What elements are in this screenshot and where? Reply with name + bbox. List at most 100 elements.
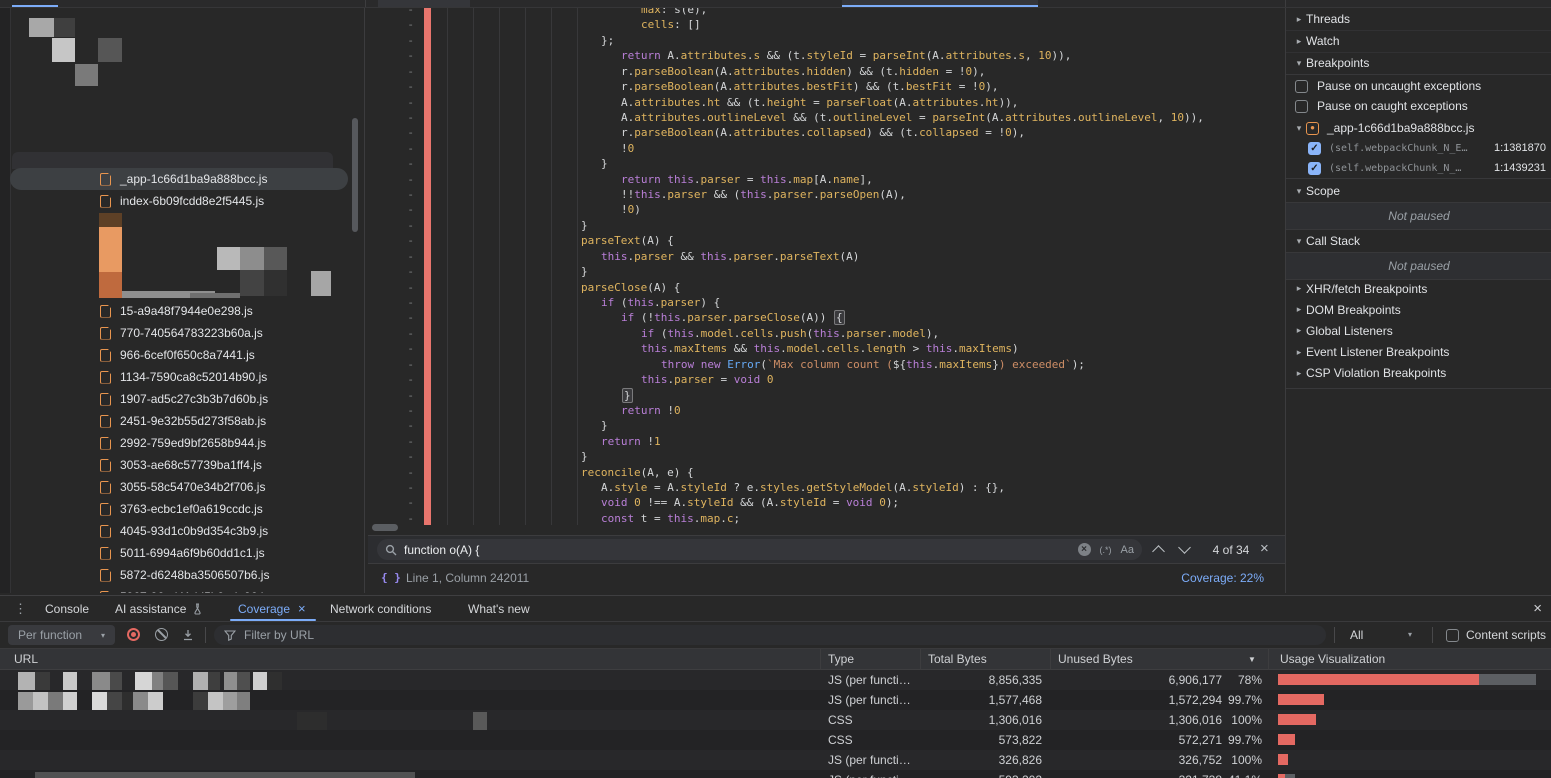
line-gutter[interactable]: - — [388, 48, 414, 63]
type-filter-dropdown[interactable]: All — [1350, 628, 1363, 642]
line-gutter[interactable]: - — [388, 79, 414, 94]
tab-ai-assistance[interactable]: AI assistance — [115, 596, 203, 621]
code-line[interactable]: -r.parseBoolean(A.attributes.hidden) && … — [368, 64, 1285, 80]
close-tab-icon[interactable]: × — [298, 601, 306, 616]
section-header-xhr-fetch-breakpoints[interactable]: ▸XHR/fetch Breakpoints — [1286, 278, 1551, 299]
tab-console[interactable]: Console — [45, 596, 89, 621]
code-line[interactable]: -} — [368, 418, 1285, 434]
breakpoint-file-row[interactable]: ▾● _app-1c66d1ba9a888bcc.js — [1286, 118, 1551, 138]
line-gutter[interactable]: - — [388, 341, 414, 356]
code-line[interactable]: -return !1 — [368, 434, 1285, 450]
section-header-global-listeners[interactable]: ▸Global Listeners — [1286, 320, 1551, 341]
file-row[interactable]: index-6b09fcdd8e2f5445.js — [0, 190, 365, 212]
code-line[interactable]: -return this.parser = this.map[A.name], — [368, 172, 1285, 188]
match-case-toggle[interactable]: Aa — [1121, 544, 1134, 556]
code-line[interactable]: -} — [368, 388, 1285, 404]
search-input[interactable]: function o(A) { × (.*) Aa — [377, 539, 1142, 560]
line-gutter[interactable]: - — [388, 295, 414, 310]
pause-caught-row[interactable]: Pause on caught exceptions — [1286, 96, 1551, 116]
code-line[interactable]: -if (!this.parser.parseClose(A)) { — [368, 310, 1285, 326]
section-header-event-listener-breakpoints[interactable]: ▸Event Listener Breakpoints — [1286, 342, 1551, 363]
scope-dropdown[interactable]: Per function ▾ — [8, 625, 115, 645]
file-row[interactable]: 5872-d6248ba3506507b6.js — [0, 564, 365, 586]
editor-tab-partial[interactable] — [378, 0, 470, 7]
record-coverage-button[interactable] — [127, 628, 140, 641]
chevron-down-icon[interactable]: ▾ — [1408, 630, 1412, 639]
file-row[interactable]: 5011-6994a6f9b60dd1c1.js — [0, 542, 365, 564]
column-header-url[interactable]: URL — [14, 652, 38, 666]
line-gutter[interactable]: - — [388, 202, 414, 217]
previous-match-icon[interactable] — [1152, 545, 1165, 558]
file-row[interactable]: 15-a9a48f7944e0e298.js — [0, 300, 365, 322]
checkbox-checked-icon[interactable]: ✓ — [1308, 162, 1321, 175]
code-line[interactable]: -this.parser = void 0 — [368, 372, 1285, 388]
code-editor[interactable]: -max: s(e),-cells: []-};-return A.attrib… — [368, 8, 1285, 535]
table-row[interactable]: CSS573,822572,27199.7% — [0, 730, 1551, 750]
line-gutter[interactable]: - — [388, 249, 414, 264]
column-header-total-bytes[interactable]: Total Bytes — [928, 652, 987, 666]
line-gutter[interactable]: - — [388, 125, 414, 140]
file-row[interactable]: 770-740564783223b60a.js — [0, 322, 365, 344]
line-gutter[interactable]: - — [388, 95, 414, 110]
scope-section-header[interactable]: ▾Scope — [1286, 180, 1551, 202]
line-gutter[interactable]: - — [388, 449, 414, 464]
line-gutter[interactable]: - — [388, 156, 414, 171]
close-find-icon[interactable]: × — [1260, 540, 1269, 557]
line-gutter[interactable]: - — [388, 434, 414, 449]
code-line[interactable]: -parseClose(A) { — [368, 280, 1285, 296]
tab-whats-new[interactable]: What's new — [468, 596, 530, 621]
line-gutter[interactable]: - — [388, 33, 414, 48]
breakpoint-entry[interactable]: ✓(self.webpackChunk_N_…1:1439231 — [1286, 158, 1551, 178]
file-row[interactable]: 2992-759ed9bf2658b944.js — [0, 432, 365, 454]
code-line[interactable]: -if (this.model.cells.push(this.parser.m… — [368, 326, 1285, 342]
code-line[interactable]: -this.parser && this.parser.parseText(A) — [368, 249, 1285, 265]
line-gutter[interactable]: - — [388, 264, 414, 279]
pretty-print-icon[interactable]: { } — [381, 571, 401, 584]
line-gutter[interactable]: - — [388, 218, 414, 233]
code-line[interactable]: -!0) — [368, 202, 1285, 218]
pause-uncaught-row[interactable]: Pause on uncaught exceptions — [1286, 76, 1551, 96]
code-line[interactable]: -return !0 — [368, 403, 1285, 419]
line-gutter[interactable]: - — [388, 465, 414, 480]
export-icon[interactable] — [182, 629, 194, 641]
tree-scrollbar-thumb[interactable] — [352, 118, 358, 232]
breakpoint-entry[interactable]: ✓(self.webpackChunk_N_E…1:1381870 — [1286, 138, 1551, 158]
table-row[interactable]: JS (per function)326,826326,752100% — [0, 750, 1551, 770]
file-row[interactable]: 5967-96ad41dd5b0ada96.js — [0, 586, 365, 593]
code-line[interactable]: -A.attributes.ht && (t.height = parseFlo… — [368, 95, 1285, 111]
column-header-type[interactable]: Type — [828, 652, 854, 666]
code-line[interactable]: -r.parseBoolean(A.attributes.collapsed) … — [368, 125, 1285, 141]
line-gutter[interactable]: - — [388, 403, 414, 418]
code-line[interactable]: -} — [368, 264, 1285, 280]
section-header-csp-violation-breakpoints[interactable]: ▸CSP Violation Breakpoints — [1286, 363, 1551, 384]
line-gutter[interactable]: - — [388, 357, 414, 372]
file-row[interactable]: 966-6cef0f650c8a7441.js — [0, 344, 365, 366]
line-gutter[interactable]: - — [388, 326, 414, 341]
line-gutter[interactable]: - — [388, 172, 414, 187]
line-gutter[interactable]: - — [388, 233, 414, 248]
coverage-link[interactable]: Coverage: 22% — [1181, 571, 1264, 585]
file-row[interactable]: 1134-7590ca8c52014b90.js — [0, 366, 365, 388]
code-line[interactable]: -A.style = A.styleId ? e.styles.getStyle… — [368, 480, 1285, 496]
line-gutter[interactable]: - — [388, 187, 414, 202]
regex-toggle[interactable]: (.*) — [1100, 545, 1112, 555]
column-header-usage[interactable]: Usage Visualization — [1280, 652, 1385, 666]
file-row[interactable]: 4045-93d1c0b9d354c3b9.js — [0, 520, 365, 542]
filter-input[interactable] — [214, 625, 1326, 645]
line-gutter[interactable]: - — [388, 480, 414, 495]
section-header-watch[interactable]: ▸Watch — [1286, 30, 1551, 53]
code-line[interactable]: -throw new Error(`Max column count (${th… — [368, 357, 1285, 373]
code-line[interactable]: -reconcile(A, e) { — [368, 465, 1285, 481]
file-row[interactable]: 3055-58c5470e34b2f706.js — [0, 476, 365, 498]
code-line[interactable]: -} — [368, 156, 1285, 172]
code-line[interactable]: -cells: [] — [368, 17, 1285, 33]
code-line[interactable]: -this.maxItems && this.model.cells.lengt… — [368, 341, 1285, 357]
line-gutter[interactable]: - — [388, 280, 414, 295]
file-row[interactable]: 2451-9e32b55d273f58ab.js — [0, 410, 365, 432]
line-gutter[interactable]: - — [388, 17, 414, 32]
file-row[interactable]: 3053-ae68c57739ba1ff4.js — [0, 454, 365, 476]
code-line[interactable]: -} — [368, 449, 1285, 465]
code-line[interactable]: -A.attributes.outlineLevel && (t.outline… — [368, 110, 1285, 126]
file-row-selected[interactable]: _app-1c66d1ba9a888bcc.js — [0, 168, 365, 190]
code-line[interactable]: -!!this.parser && (this.parser.parseOpen… — [368, 187, 1285, 203]
